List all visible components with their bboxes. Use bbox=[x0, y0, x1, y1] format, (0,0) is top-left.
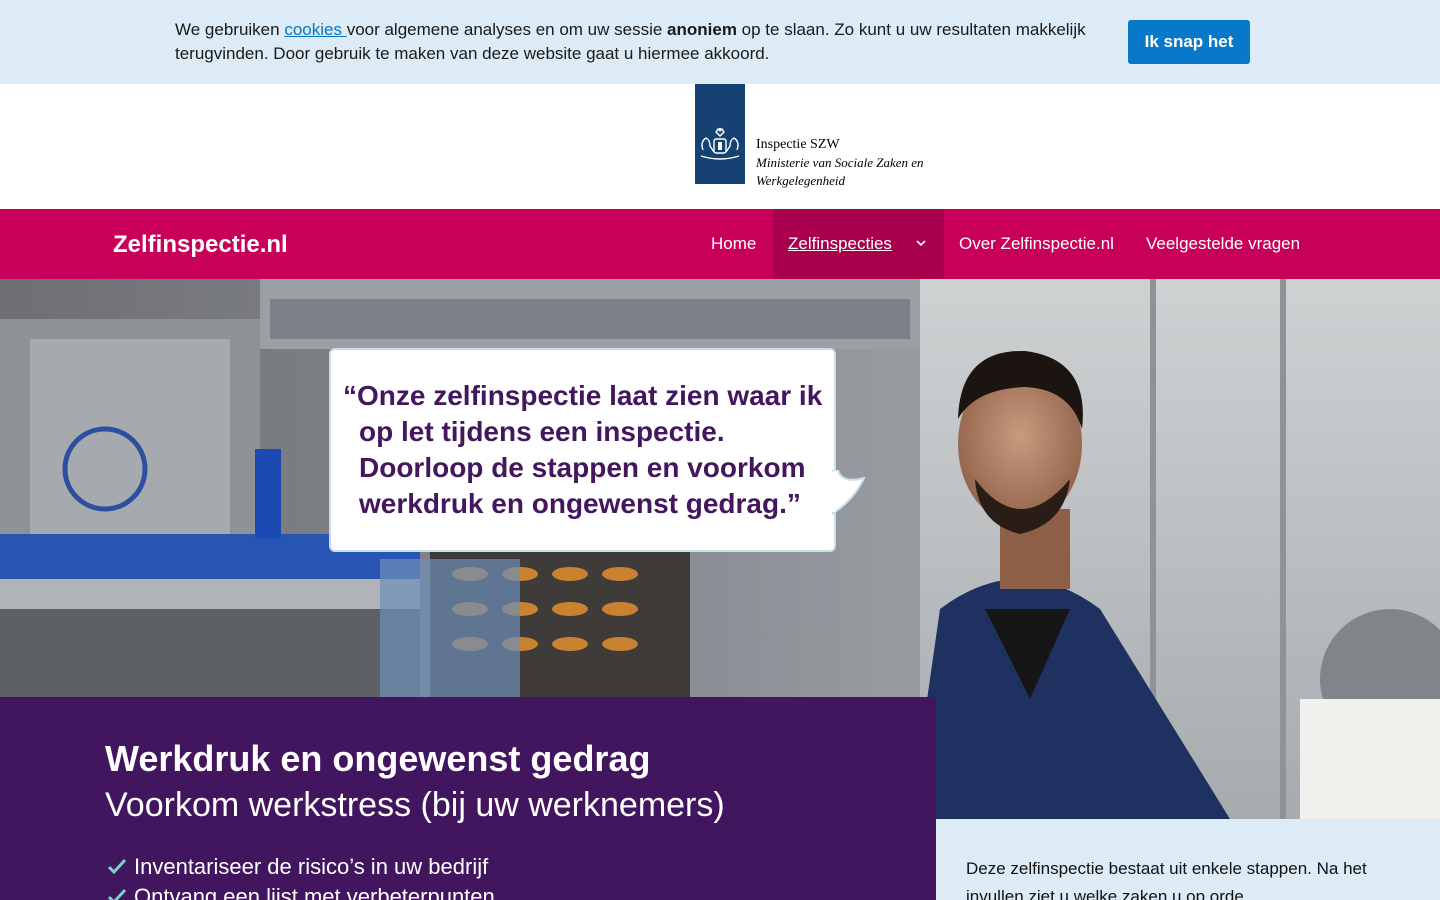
info-text: Deze zelfinspectie bestaat uit enkele st… bbox=[966, 859, 1367, 900]
cookie-text-bold: anoniem bbox=[667, 20, 737, 39]
coat-of-arms-icon bbox=[695, 84, 745, 184]
logo-text: Inspectie SZW Ministerie van Sociale Zak… bbox=[756, 136, 924, 190]
list-item: Ontvang een lijst met verbeterpunten bbox=[108, 882, 495, 900]
nav-item-zelfinspecties[interactable]: Zelfinspecties bbox=[773, 209, 944, 279]
speech-bubble-tail-icon bbox=[832, 470, 866, 516]
nav-item-over[interactable]: Over Zelfinspectie.nl bbox=[959, 209, 1114, 279]
rijksoverheid-logo[interactable] bbox=[695, 84, 745, 184]
logo-line-1: Inspectie SZW bbox=[756, 137, 840, 152]
hero-quote: “Onze zelfinspectie laat zien waar ik op… bbox=[343, 380, 823, 519]
nav-item-zelfinspecties-label: Zelfinspecties bbox=[788, 234, 892, 253]
info-panel: Deze zelfinspectie bestaat uit enkele st… bbox=[936, 819, 1440, 900]
cookie-banner: We gebruiken cookies voor algemene analy… bbox=[0, 0, 1440, 84]
page-subtitle: Voorkom werkstress (bij uw werknemers) bbox=[105, 786, 725, 824]
check-icon bbox=[108, 859, 126, 875]
page-title: Werkdruk en ongewenst gedrag bbox=[105, 738, 651, 779]
main-nav: Zelfinspectie.nl Home Zelfinspecties Ove… bbox=[0, 209, 1440, 279]
benefit-list: Inventariseer de risico’s in uw bedrijf … bbox=[108, 852, 495, 900]
brand-link[interactable]: Zelfinspectie.nl bbox=[113, 231, 288, 259]
list-item: Inventariseer de risico’s in uw bedrijf bbox=[108, 852, 495, 882]
accept-cookies-button[interactable]: Ik snap het bbox=[1128, 20, 1250, 64]
cookie-text-start: We gebruiken bbox=[175, 20, 285, 39]
logo-line-2: Ministerie van Sociale Zaken en bbox=[756, 155, 924, 170]
nav-item-faq[interactable]: Veelgestelde vragen bbox=[1146, 209, 1300, 279]
cookies-link[interactable]: cookies bbox=[284, 20, 346, 39]
list-item-label: Inventariseer de risico’s in uw bedrijf bbox=[134, 854, 489, 879]
cookie-message: We gebruiken cookies voor algemene analy… bbox=[175, 18, 1095, 66]
cookie-text-middle: voor algemene analyses en om uw sessie bbox=[346, 20, 668, 39]
chevron-down-icon bbox=[916, 240, 926, 247]
check-icon bbox=[108, 889, 126, 900]
list-item-label: Ontvang een lijst met verbeterpunten bbox=[134, 884, 495, 900]
intro-panel: Werkdruk en ongewenst gedrag Voorkom wer… bbox=[0, 697, 936, 900]
nav-item-home[interactable]: Home bbox=[711, 209, 756, 279]
site-header: Inspectie SZW Ministerie van Sociale Zak… bbox=[0, 84, 1440, 209]
logo-line-3: Werkgelegenheid bbox=[756, 173, 846, 188]
